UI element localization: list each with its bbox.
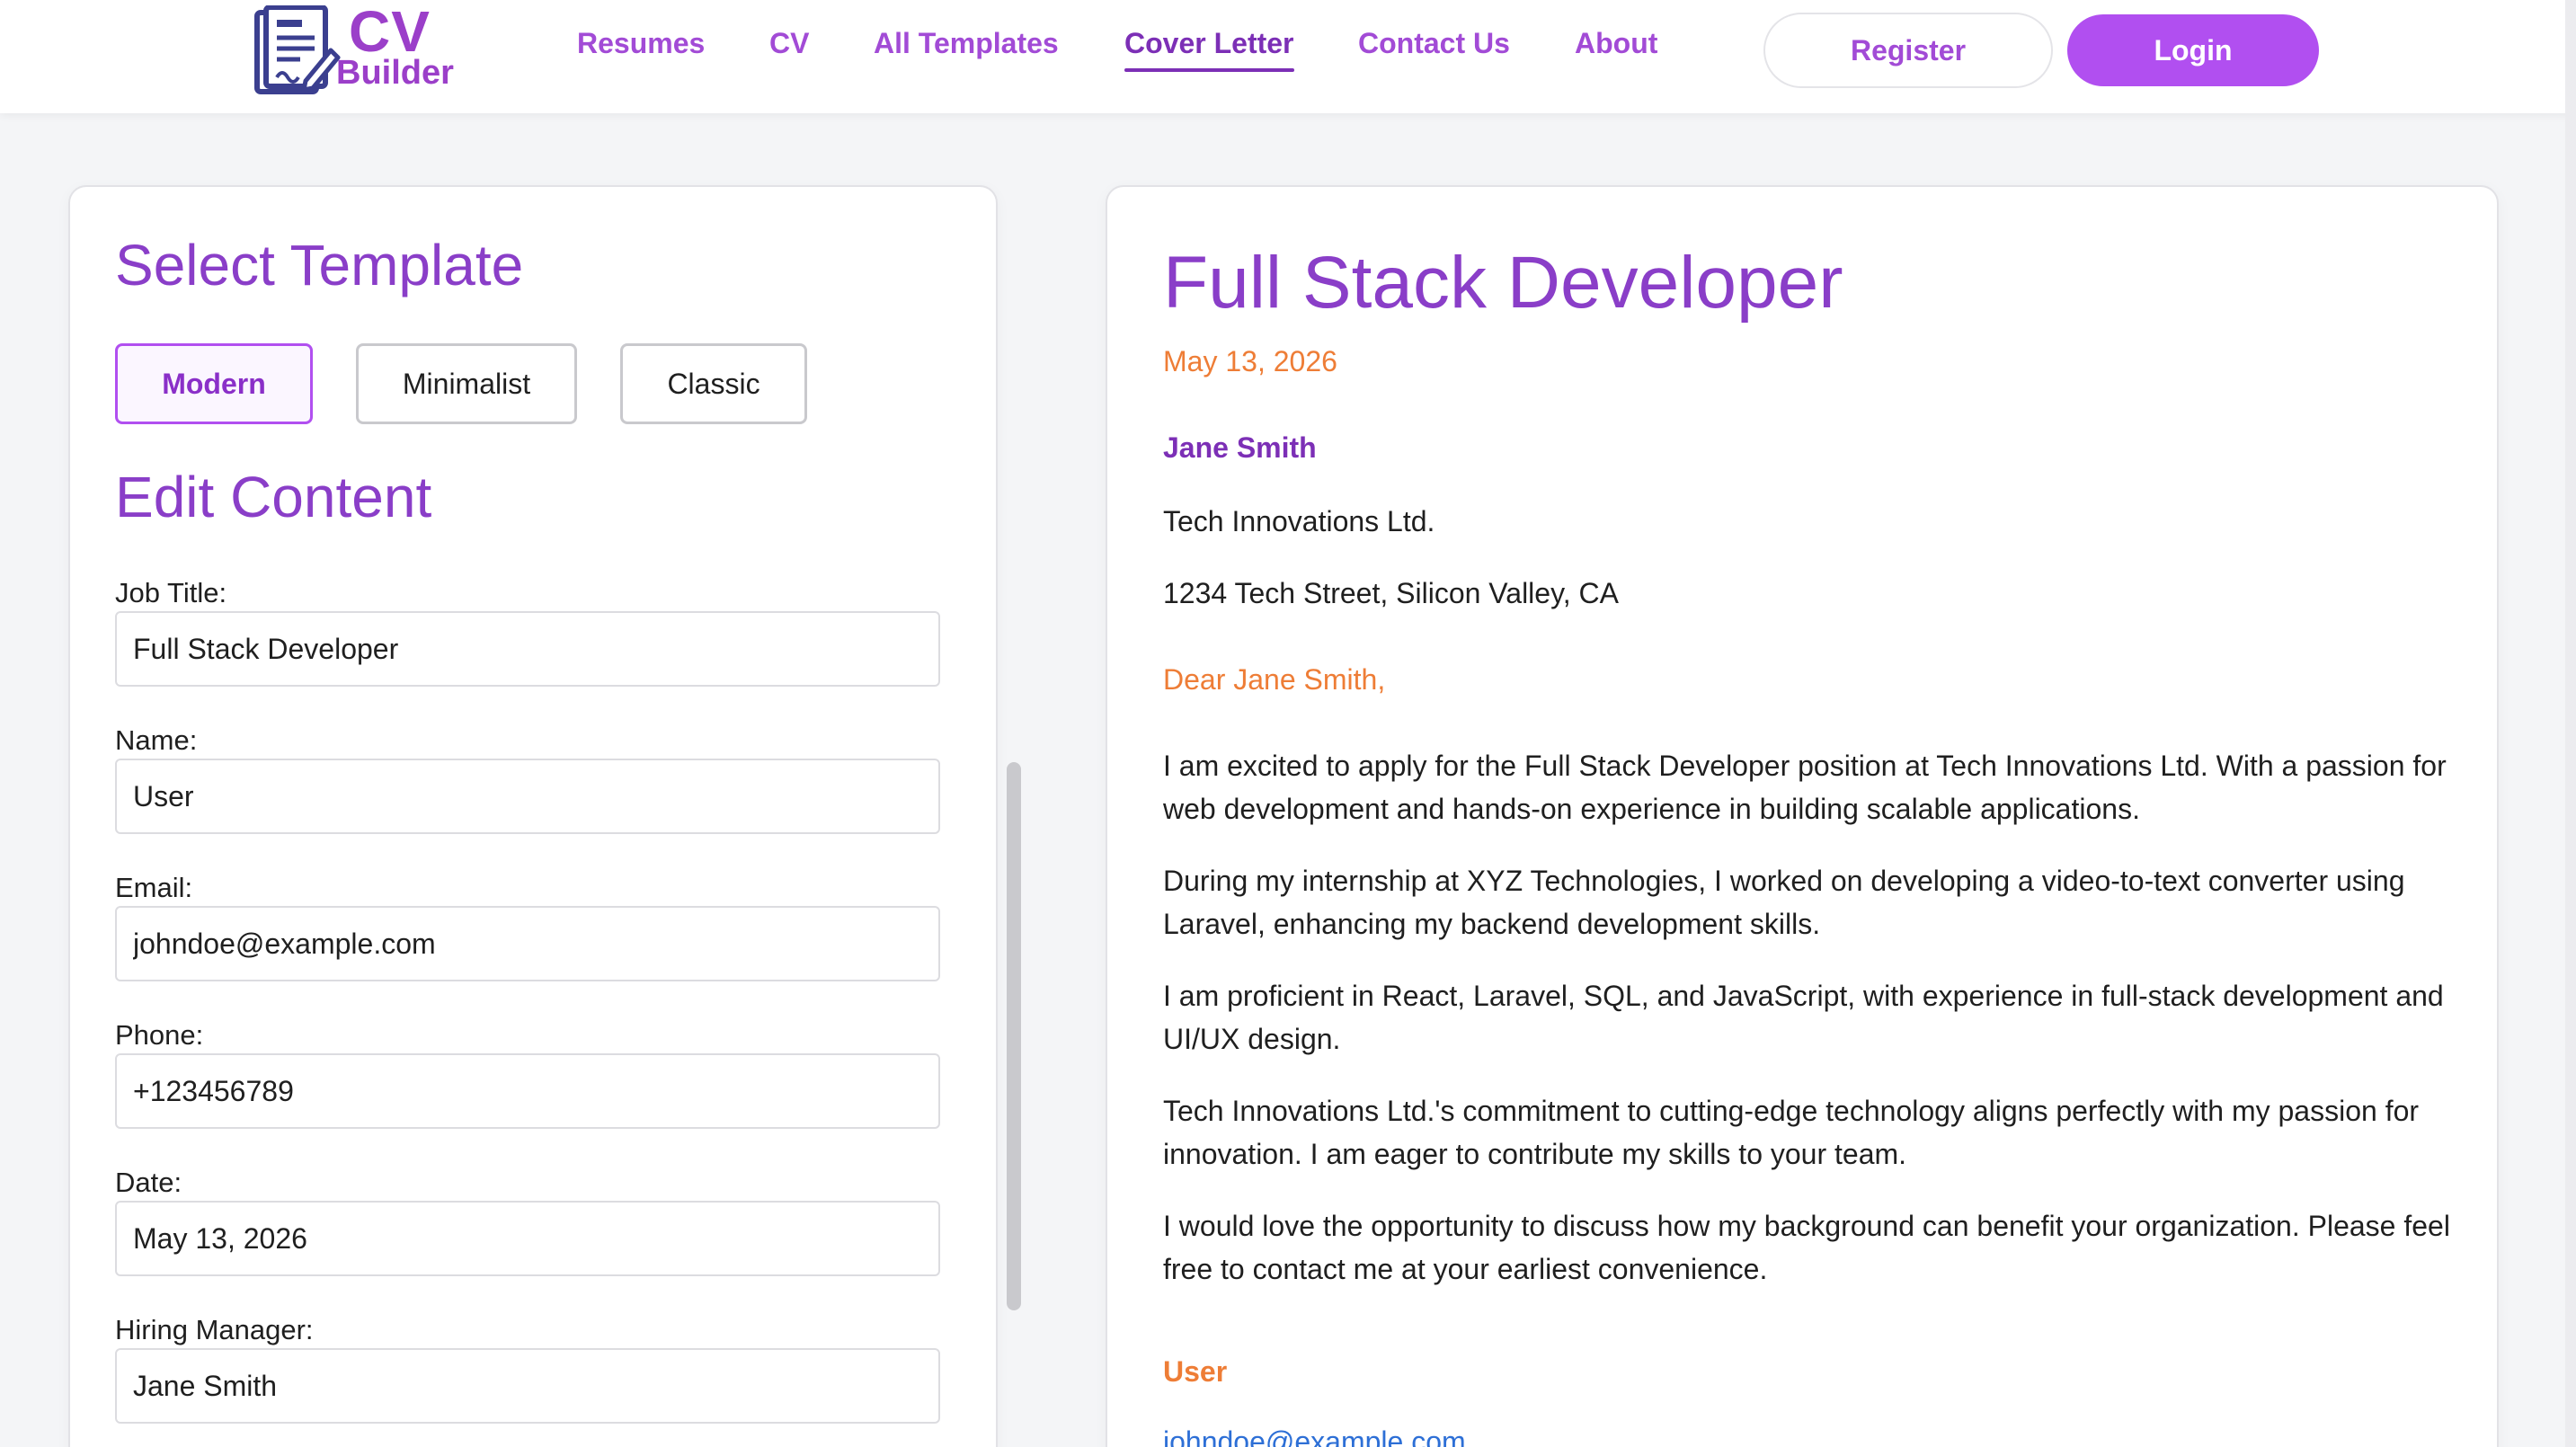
letter-greeting: Dear Jane Smith, <box>1163 663 1386 696</box>
content-form: Job Title: Name: Email: Phone: Date: Hir… <box>115 573 942 1447</box>
letter-job-title: Full Stack Developer <box>1163 242 1843 324</box>
document-pen-icon <box>254 5 341 94</box>
name-field: Name: <box>115 721 942 834</box>
email-label: Email: <box>115 872 193 903</box>
date-input[interactable] <box>115 1201 940 1276</box>
top-navbar: CV Builder Resumes CV All Templates Cove… <box>0 0 2576 113</box>
nav-cv[interactable]: CV <box>769 27 809 72</box>
phone-field: Phone: <box>115 1016 942 1129</box>
page-scrollbar[interactable] <box>2565 0 2576 1447</box>
letter-paragraph: During my internship at XYZ Technologies… <box>1163 865 2405 940</box>
letter-address: 1234 Tech Street, Silicon Valley, CA <box>1163 577 1619 609</box>
select-template-heading: Select Template <box>115 233 524 297</box>
letter-paragraph: I am excited to apply for the Full Stack… <box>1163 750 2447 825</box>
register-button[interactable]: Register <box>1763 13 2053 88</box>
hiring-manager-label: Hiring Manager: <box>115 1314 314 1345</box>
cover-letter-preview: Full Stack Developer May 13, 2026 Jane S… <box>1106 185 2499 1447</box>
name-input[interactable] <box>115 759 940 834</box>
email-field: Email: <box>115 868 942 981</box>
letter-paragraph: I am proficient in React, Laravel, SQL, … <box>1163 980 2444 1055</box>
hiring-manager-input[interactable] <box>115 1348 940 1424</box>
letter-email-link[interactable]: johndoe@example.com <box>1163 1425 2457 1447</box>
template-modern-button[interactable]: Modern <box>115 343 313 424</box>
date-label: Date: <box>115 1167 182 1198</box>
nav-all-templates[interactable]: All Templates <box>874 27 1059 72</box>
nav-cover-letter[interactable]: Cover Letter <box>1124 27 1294 72</box>
template-minimalist-button[interactable]: Minimalist <box>356 343 577 424</box>
nav-about[interactable]: About <box>1575 27 1657 72</box>
job-title-label: Job Title: <box>115 577 227 608</box>
letter-paragraph: I would love the opportunity to discuss … <box>1163 1210 2450 1285</box>
date-field: Date: <box>115 1163 942 1276</box>
hiring-manager-field: Hiring Manager: <box>115 1310 942 1424</box>
cv-builder-logo[interactable]: CV Builder <box>252 0 467 99</box>
nav-resumes[interactable]: Resumes <box>577 27 705 72</box>
nav-contact-us[interactable]: Contact Us <box>1358 27 1510 72</box>
letter-paragraph: Tech Innovations Ltd.'s commitment to cu… <box>1163 1095 2420 1170</box>
edit-content-heading: Edit Content <box>115 465 432 529</box>
letter-company: Tech Innovations Ltd. <box>1163 505 1435 537</box>
logo-text-builder: Builder <box>336 54 454 92</box>
job-title-field: Job Title: <box>115 573 942 687</box>
email-input[interactable] <box>115 906 940 981</box>
phone-input[interactable] <box>115 1053 940 1129</box>
editor-panel: Select Template Modern Minimalist Classi… <box>68 185 1021 1447</box>
job-title-input[interactable] <box>115 611 940 687</box>
letter-date: May 13, 2026 <box>1163 345 1337 377</box>
name-label: Name: <box>115 724 198 756</box>
template-classic-button[interactable]: Classic <box>620 343 807 424</box>
letter-recipient-name: Jane Smith <box>1163 431 1317 464</box>
login-button[interactable]: Login <box>2067 14 2319 86</box>
letter-signature: User <box>1163 1355 1228 1388</box>
phone-label: Phone: <box>115 1019 204 1051</box>
form-scrollbar-thumb[interactable] <box>1007 762 1021 1310</box>
